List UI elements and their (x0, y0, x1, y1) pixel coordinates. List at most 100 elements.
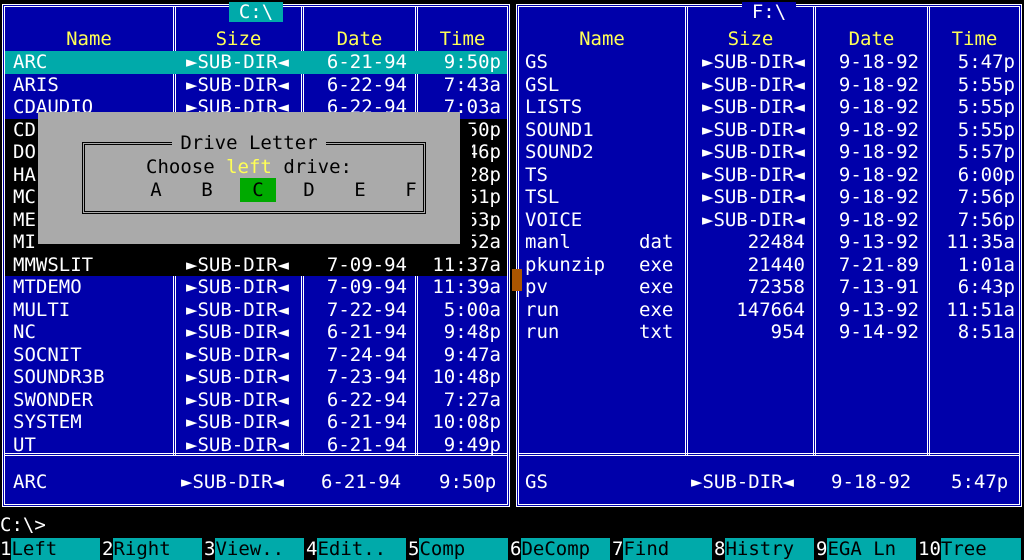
table-row[interactable]: ARC ►SUB-DIR◄ 6-21-94 9:50p (5, 51, 507, 74)
file-ext: exe (639, 298, 674, 321)
fkey-6[interactable]: 6DeComp (510, 538, 612, 560)
fkey-number: 9 (816, 538, 828, 560)
drive-option-f[interactable]: F (393, 178, 429, 202)
drive-option-b[interactable]: B (189, 178, 225, 202)
file-time: 7:27a (443, 388, 501, 411)
file-size: ►SUB-DIR◄ (186, 321, 289, 343)
drive-option-a[interactable]: A (138, 178, 174, 202)
drive-option-e[interactable]: E (342, 178, 378, 202)
left-file-panel[interactable]: C:\ Name Size Date Time ARC ►SUB-DIR◄ 6-21… (2, 2, 510, 507)
file-date: 7-24-94 (326, 343, 407, 366)
column-header-date[interactable]: Date (816, 27, 927, 51)
file-name: MTDEMO (13, 276, 82, 298)
column-header-size[interactable]: Size (688, 27, 813, 51)
file-size: ►SUB-DIR◄ (702, 186, 805, 208)
file-name: VOICE (525, 208, 583, 231)
column-header-name[interactable]: Name (519, 27, 685, 51)
file-name: GS (525, 51, 548, 73)
table-row[interactable]: MMWSLIT ►SUB-DIR◄ 7-09-94 11:37a (5, 253, 507, 276)
file-time: 9:48p (443, 321, 501, 343)
file-size: 22484 (747, 231, 805, 253)
table-row[interactable]: TSL ►SUB-DIR◄ 9-18-92 7:56p (519, 186, 1019, 209)
command-prompt[interactable]: C:\> (0, 514, 46, 536)
file-date: 9-18-92 (838, 163, 919, 186)
file-name: ARC (13, 51, 48, 73)
table-row[interactable]: SOUNDR3B ►SUB-DIR◄ 7-23-94 10:48p (5, 366, 507, 389)
fkey-3[interactable]: 3View.. (204, 538, 306, 560)
fkey-2[interactable]: 2Right (102, 538, 204, 560)
file-time: 11:37a (432, 253, 501, 276)
file-name: NC (13, 321, 36, 343)
table-row[interactable]: GSL ►SUB-DIR◄ 9-18-92 5:55p (519, 74, 1019, 97)
file-time: 53p (466, 208, 501, 231)
table-row[interactable]: run txt 954 9-14-92 8:51a (519, 321, 1019, 344)
file-size: ►SUB-DIR◄ (702, 141, 805, 163)
file-size: 21440 (747, 253, 805, 276)
file-size: ►SUB-DIR◄ (702, 51, 805, 73)
file-name: DO (13, 141, 36, 163)
fkey-number: 1 (0, 538, 12, 560)
file-name: pv (525, 276, 548, 298)
column-header-time[interactable]: Time (418, 27, 507, 51)
status-date: 6-21-94 (321, 471, 402, 493)
right-file-panel[interactable]: F:\ Name Size Date Time GS ►SUB-DIR◄ 9-18-… (516, 2, 1022, 507)
fkey-label: EGA Ln (827, 538, 917, 560)
fkey-7[interactable]: 7Find (612, 538, 714, 560)
file-date: 7-23-94 (326, 366, 407, 388)
fkey-number: 5 (408, 538, 420, 560)
drive-option-d[interactable]: D (291, 178, 327, 202)
fkey-9[interactable]: 9EGA Ln (816, 538, 918, 560)
table-row[interactable]: pkunzip exe 21440 7-21-89 1:01a (519, 254, 1019, 277)
table-row[interactable]: run exe 147664 9-13-92 11:51a (519, 299, 1019, 322)
drive-option-c[interactable]: C (240, 178, 276, 202)
file-date: 6-22-94 (326, 73, 407, 96)
fkey-8[interactable]: 8Histry (714, 538, 816, 560)
column-header-size[interactable]: Size (176, 27, 301, 51)
column-header-name[interactable]: Name (5, 27, 173, 51)
table-row[interactable]: SWONDER ►SUB-DIR◄ 6-22-94 7:27a (5, 389, 507, 412)
file-name: manl (525, 231, 571, 253)
table-row[interactable]: GS ►SUB-DIR◄ 9-18-92 5:47p (519, 51, 1019, 74)
status-date: 9-18-92 (831, 471, 912, 493)
table-row[interactable]: SOUND2 ►SUB-DIR◄ 9-18-92 5:57p (519, 141, 1019, 164)
file-name: ME (13, 208, 36, 231)
table-row[interactable]: NC ►SUB-DIR◄ 6-21-94 9:48p (5, 321, 507, 344)
column-header-date[interactable]: Date (304, 27, 415, 51)
status-size: ►SUB-DIR◄ (691, 471, 794, 493)
file-time: 7:43a (443, 73, 501, 96)
file-size: ►SUB-DIR◄ (186, 366, 289, 388)
file-date: 9-18-92 (838, 73, 919, 96)
file-date: 9-18-92 (838, 118, 919, 141)
table-row[interactable]: manl dat 22484 9-13-92 11:35a (519, 231, 1019, 254)
file-time: 5:57p (957, 141, 1015, 163)
table-row[interactable]: SOUND1 ►SUB-DIR◄ 9-18-92 5:55p (519, 119, 1019, 142)
fkey-5[interactable]: 5Comp (408, 538, 510, 560)
fkey-label: Tree (940, 538, 1021, 560)
file-date: 6-21-94 (326, 321, 407, 343)
status-time: 5:47p (951, 471, 1009, 493)
table-row[interactable]: MTDEMO ►SUB-DIR◄ 7-09-94 11:39a (5, 276, 507, 299)
table-row[interactable]: pv exe 72358 7-13-91 6:43p (519, 276, 1019, 299)
file-name: SYSTEM (13, 411, 82, 433)
file-date: 9-14-92 (838, 321, 919, 343)
prompt-highlight: left (226, 156, 272, 178)
column-header-time[interactable]: Time (930, 27, 1019, 51)
file-time: 11:51a (946, 298, 1015, 321)
file-date: 6-22-94 (326, 388, 407, 411)
file-time: 10:48p (432, 366, 501, 388)
file-date: 9-13-92 (838, 231, 919, 253)
fkey-1[interactable]: 1Left (0, 538, 102, 560)
table-row[interactable]: ARIS ►SUB-DIR◄ 6-22-94 7:43a (5, 74, 507, 97)
table-row[interactable]: MULTI ►SUB-DIR◄ 7-22-94 5:00a (5, 299, 507, 322)
fkey-label: Find (623, 538, 713, 560)
file-time: 5:55p (957, 73, 1015, 96)
fkey-10[interactable]: 10Tree (918, 538, 1022, 560)
table-row[interactable]: TS ►SUB-DIR◄ 9-18-92 6:00p (519, 164, 1019, 187)
fkey-4[interactable]: 4Edit.. (306, 538, 408, 560)
file-name: TS (525, 163, 548, 186)
table-row[interactable]: VOICE ►SUB-DIR◄ 9-18-92 7:56p (519, 209, 1019, 232)
table-row[interactable]: SOCNIT ►SUB-DIR◄ 7-24-94 9:47a (5, 344, 507, 367)
table-row[interactable]: SYSTEM ►SUB-DIR◄ 6-21-94 10:08p (5, 411, 507, 434)
table-row[interactable]: LISTS ►SUB-DIR◄ 9-18-92 5:55p (519, 96, 1019, 119)
file-size: ►SUB-DIR◄ (186, 276, 289, 298)
